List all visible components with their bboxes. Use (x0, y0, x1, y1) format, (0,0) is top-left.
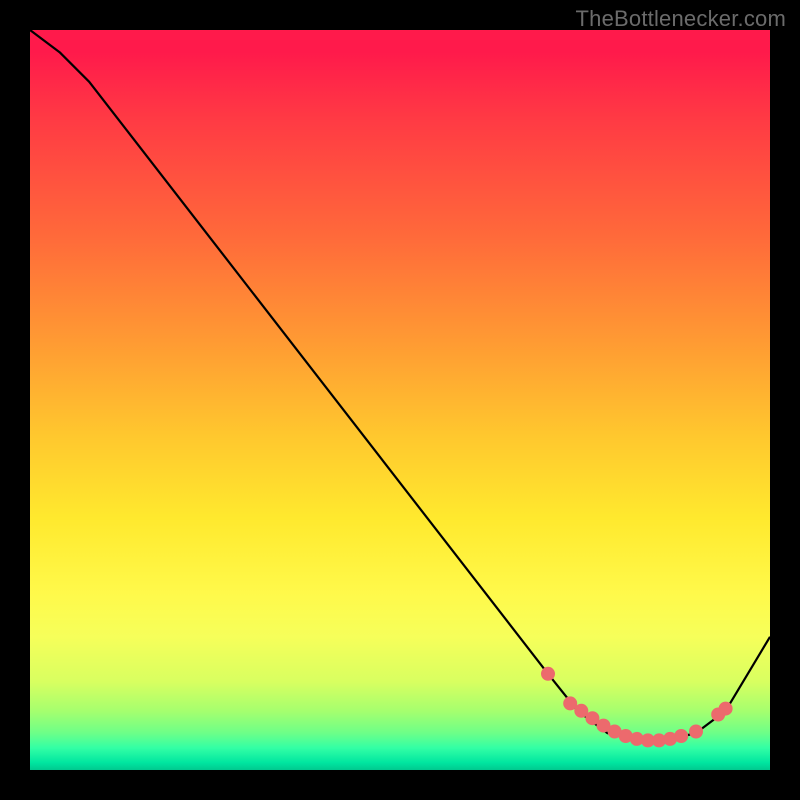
marker-dot (542, 667, 555, 680)
marker-dot (690, 725, 703, 738)
chart-stage: TheBottlenecker.com (0, 0, 800, 800)
marker-dot (575, 704, 588, 717)
marker-dot (719, 702, 732, 715)
bottleneck-curve (30, 30, 770, 740)
attribution-label: TheBottlenecker.com (576, 6, 786, 32)
marker-dot (586, 712, 599, 725)
marker-dot (675, 730, 688, 743)
chart-overlay (30, 30, 770, 770)
marker-dot (564, 697, 577, 710)
marker-group (542, 667, 733, 747)
plot-area (30, 30, 770, 770)
